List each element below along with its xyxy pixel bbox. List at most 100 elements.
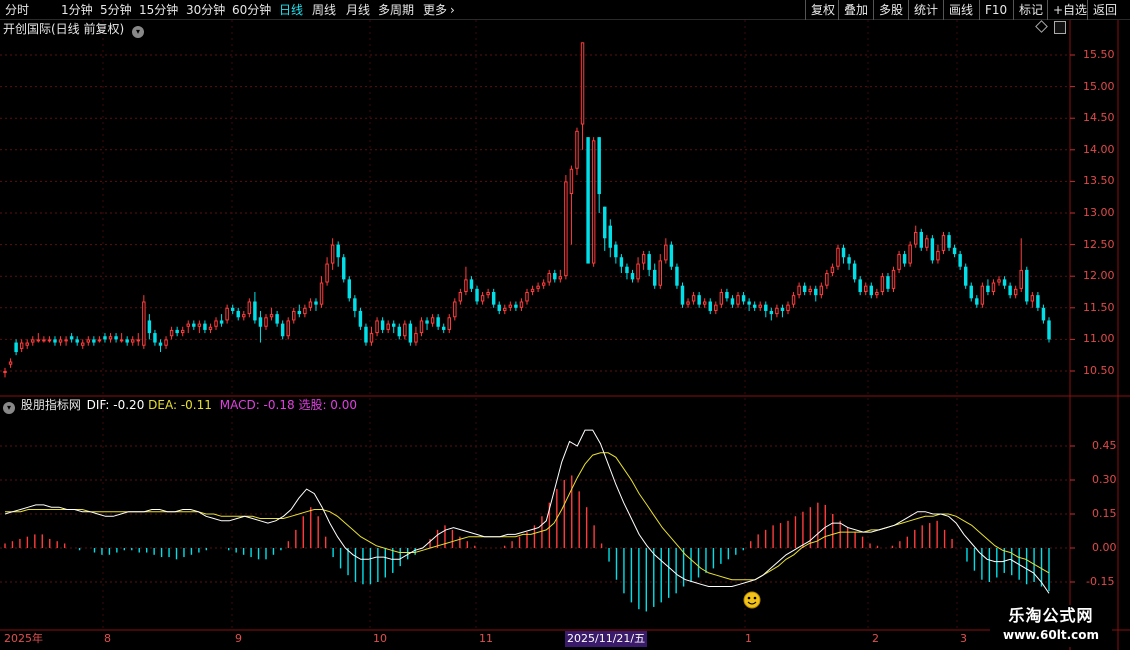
candle-body-down	[952, 247, 957, 255]
candle-body-down	[869, 285, 874, 296]
candle-body-up	[836, 247, 840, 267]
title-dropdown-icon[interactable]: ▾	[132, 26, 145, 38]
candle-body-down	[425, 320, 429, 324]
candle-body-down	[958, 254, 962, 267]
scroll-handle-icon[interactable]	[1054, 21, 1066, 34]
candle-body-down	[630, 273, 635, 280]
candle-body-down	[475, 288, 479, 302]
multi-stock-button[interactable]: 多股	[873, 0, 908, 20]
candle-body-up	[1030, 295, 1035, 302]
candle-body-down	[125, 339, 129, 343]
candle-body-down	[1008, 285, 1012, 296]
candle-body-down	[392, 323, 396, 327]
price-axis-label: 10.50	[1083, 364, 1115, 377]
candle-body-down	[725, 292, 729, 299]
fuquan-button[interactable]: 复权	[805, 0, 840, 20]
tab-weekly[interactable]: 周线	[312, 1, 336, 19]
candle-body-up	[941, 235, 946, 251]
candle-body-down	[847, 257, 851, 264]
candle-body-up	[292, 310, 296, 321]
price-axis-label: 11.00	[1083, 332, 1115, 346]
indicator-pane-header: ▾ 股朋指标网 DIF: -0.20 DEA: -0.11 MACD: -0.1…	[3, 396, 357, 414]
candle-body-up	[558, 276, 563, 280]
stock-title[interactable]: 开创国际(日线 前复权)	[3, 22, 124, 36]
candle-body-up	[325, 263, 329, 283]
more-arrow-icon[interactable]: ›	[450, 1, 455, 19]
tab-fenshi[interactable]: 分时	[5, 1, 29, 19]
candle-body-up	[3, 371, 7, 373]
time-label: 10	[373, 632, 387, 645]
back-button[interactable]: 返回	[1087, 0, 1122, 20]
candle-body-down	[14, 342, 18, 353]
candle-body-up	[247, 301, 252, 315]
candle-body-down	[975, 298, 979, 305]
candle-body-up	[825, 273, 829, 286]
candle-body-up	[447, 317, 451, 330]
candle-body-down	[1036, 295, 1040, 308]
tab-30min[interactable]: 30分钟	[186, 1, 225, 19]
candle-body-down	[1002, 279, 1007, 286]
time-label: 8	[104, 632, 111, 645]
candle-body-up	[636, 263, 640, 280]
candle-body-up	[1019, 269, 1023, 289]
candle-body-down	[969, 285, 973, 299]
candle-body-down	[103, 336, 107, 340]
candle-body-down	[408, 323, 413, 343]
statistics-button[interactable]: 统计	[908, 0, 943, 20]
price-axis-label: 12.00	[1083, 269, 1115, 283]
candle-body-up	[864, 285, 868, 292]
mark-button[interactable]: 标记	[1013, 0, 1048, 20]
candle-body-up	[164, 339, 168, 346]
chart-canvas[interactable]	[0, 20, 1130, 650]
tab-1min[interactable]: 1分钟	[61, 1, 93, 19]
tab-more[interactable]: 更多	[423, 1, 447, 19]
overlay-button[interactable]: 叠加	[838, 0, 873, 20]
candle-body-down	[53, 339, 57, 343]
candle-body-down	[514, 304, 518, 308]
candle-body-up	[486, 292, 490, 296]
candle-body-down	[653, 269, 657, 286]
candle-body-up	[569, 168, 574, 195]
tab-multi-period[interactable]: 多周期	[378, 1, 414, 19]
f10-button[interactable]: F10	[979, 0, 1012, 20]
candle-body-down	[708, 301, 712, 311]
candle-body-down	[614, 244, 618, 258]
candle-body-up	[525, 292, 529, 302]
candle-body-up	[142, 301, 146, 346]
indicator-dropdown-icon[interactable]: ▾	[3, 402, 15, 414]
candle-body-up	[519, 301, 524, 308]
candle-body-down	[347, 279, 352, 299]
candle-body-up	[458, 292, 463, 302]
candle-body-down	[436, 317, 440, 327]
watermark-title: 乐淘公式网	[1008, 606, 1094, 625]
candle-body-down	[730, 298, 735, 305]
candle-body-down	[780, 307, 785, 311]
tab-15min[interactable]: 15分钟	[139, 1, 178, 19]
candle-body-down	[858, 279, 862, 292]
dea-value: DEA: -0.11	[148, 398, 212, 412]
candle-body-up	[47, 339, 52, 342]
candle-body-down	[747, 301, 751, 305]
candle-body-down	[297, 310, 302, 315]
candle-body-up	[691, 295, 696, 302]
tab-daily[interactable]: 日线	[279, 1, 303, 19]
candle-body-up	[31, 339, 35, 343]
indicator-name[interactable]: 股朋指标网	[21, 398, 81, 412]
tab-monthly[interactable]: 月线	[346, 1, 370, 19]
candle-body-down	[175, 329, 179, 334]
candle-body-up	[908, 244, 912, 264]
candle-body-up	[508, 304, 513, 308]
time-label: 1	[745, 632, 752, 645]
candle-body-up	[503, 307, 507, 311]
macd-value: MACD: -0.18	[219, 398, 295, 412]
candle-body-down	[114, 336, 118, 340]
candle-body-up	[891, 269, 896, 289]
candle-body-up	[119, 339, 124, 342]
candle-body-up	[242, 314, 246, 318]
draw-line-button[interactable]: 画线	[943, 0, 978, 20]
candle-body-down	[553, 273, 557, 280]
add-watchlist-button[interactable]: +自选	[1047, 0, 1092, 20]
tab-60min[interactable]: 60分钟	[232, 1, 271, 19]
tab-5min[interactable]: 5分钟	[100, 1, 132, 19]
candle-body-down	[353, 298, 357, 311]
